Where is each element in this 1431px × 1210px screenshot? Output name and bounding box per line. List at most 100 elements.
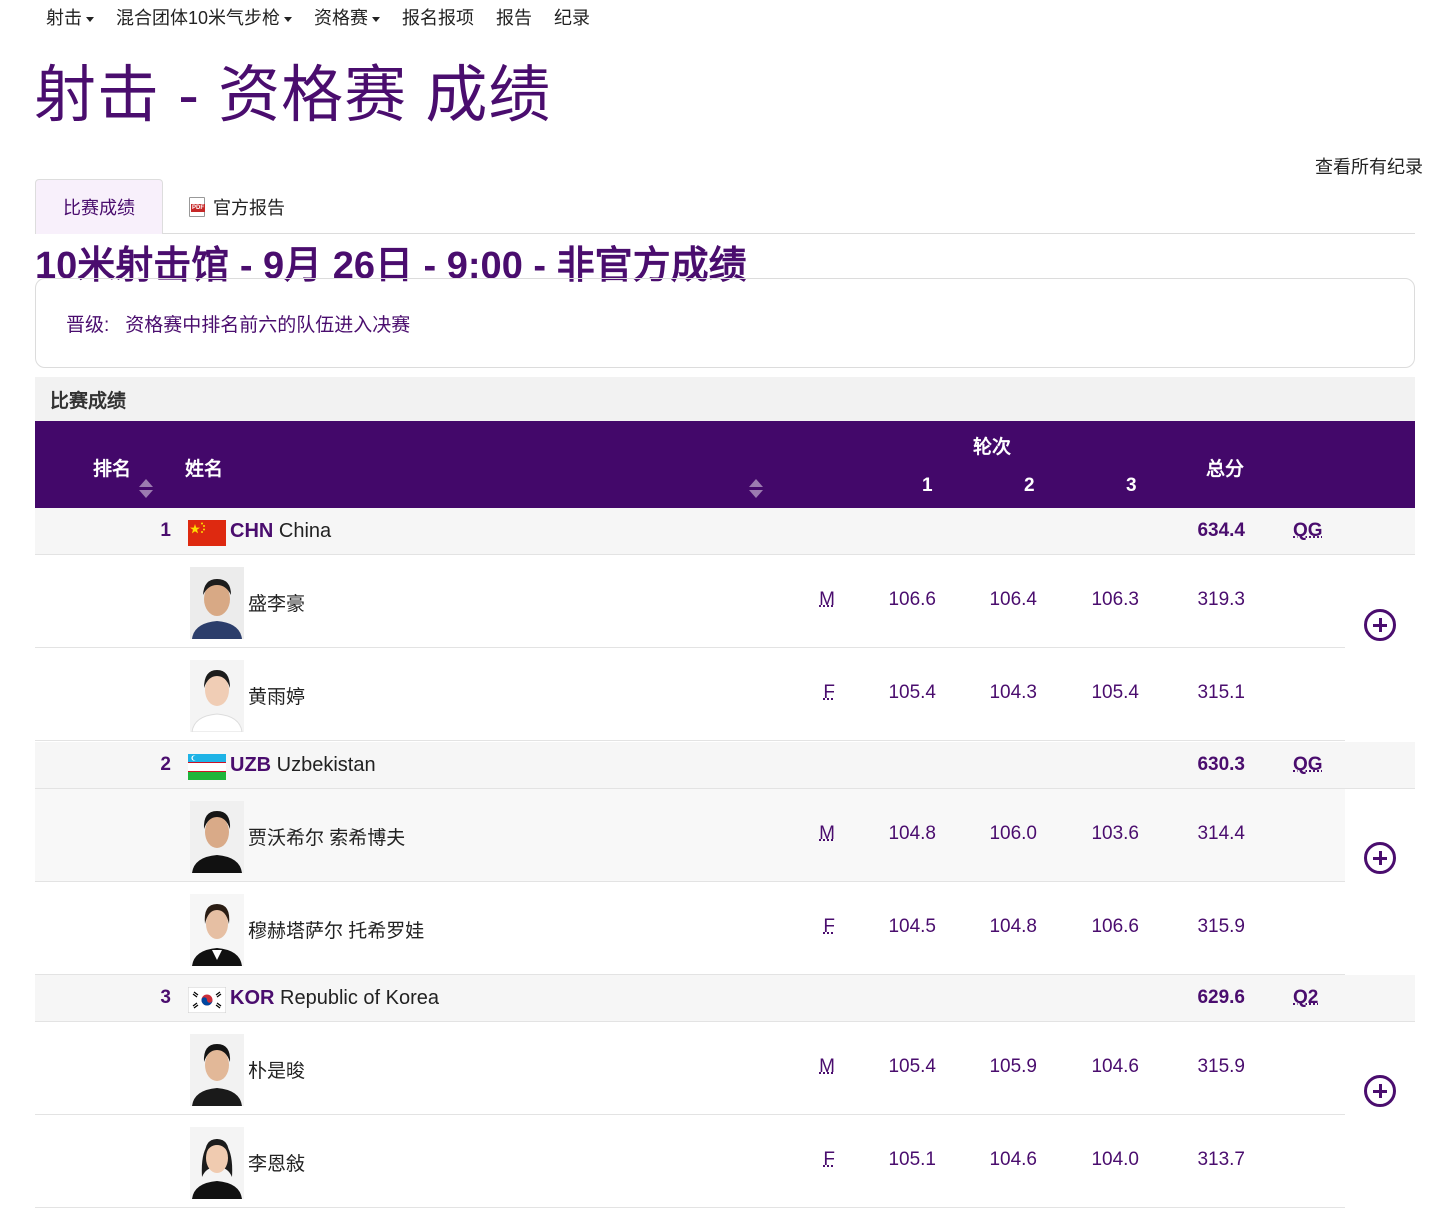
round-1-score: 105.4: [888, 682, 936, 703]
round-1-score: 105.4: [888, 1056, 936, 1077]
team-row: 2 UZB Uzbekistan 630.3 QG: [35, 742, 1415, 789]
header-round-2: 2: [1024, 475, 1035, 496]
expand-plus-icon[interactable]: [1364, 1075, 1396, 1107]
team-noc-code: CHN: [230, 520, 274, 542]
qualification-info: 晋级: 资格赛中排名前六的队伍进入决赛: [35, 278, 1415, 368]
athlete-name[interactable]: 朴是晙: [248, 1056, 305, 1083]
athlete-name[interactable]: 李恩敍: [248, 1149, 305, 1176]
round-2-score: 104.3: [989, 682, 1037, 703]
athlete-photo: [190, 660, 244, 732]
tab-official-report[interactable]: 官方报告: [185, 179, 285, 234]
header-rounds: 轮次: [973, 437, 1012, 458]
tab-bar: 比赛成绩 官方报告: [35, 179, 1415, 234]
athlete-gender[interactable]: M: [805, 823, 835, 845]
round-3-score: 104.6: [1091, 1056, 1139, 1077]
tab-results[interactable]: 比赛成绩: [35, 179, 163, 234]
team-expand-cell: [1345, 555, 1415, 742]
nav-reports-link[interactable]: 报告: [496, 4, 532, 30]
athlete-photo: [190, 1034, 244, 1106]
team-total: 629.6: [1197, 987, 1245, 1008]
athlete-photo: [190, 567, 244, 639]
athlete-row: 盛李豪 M 106.6 106.4 106.3 319.3: [35, 555, 1345, 648]
athlete-name[interactable]: 贾沃希尔 索希博夫: [248, 823, 405, 850]
team-noc-code: KOR: [230, 987, 275, 1009]
nav-entries-link[interactable]: 报名报项: [402, 4, 474, 30]
round-3-score: 106.6: [1091, 916, 1139, 937]
tab-results-label: 比赛成绩: [63, 198, 135, 218]
team-row: 3 KOR Republic of Korea 629.6 Q2: [35, 975, 1415, 1022]
round-3-score: 106.3: [1091, 589, 1139, 610]
team-name[interactable]: UZB Uzbekistan: [230, 754, 376, 777]
china-flag-icon: [188, 520, 226, 546]
sort-rank-icon[interactable]: [139, 479, 153, 499]
team-country: Republic of Korea: [280, 987, 439, 1009]
qualification-text: 资格赛中排名前六的队伍进入决赛: [125, 314, 411, 336]
athlete-gender[interactable]: F: [805, 916, 835, 938]
top-nav: 射击 混合团体10米气步枪 资格赛 报名报项 报告 纪录: [36, 4, 612, 30]
athlete-name[interactable]: 黄雨婷: [248, 682, 305, 709]
athlete-total: 319.3: [1197, 589, 1245, 610]
athlete-photo: [190, 801, 244, 873]
team-expand-cell: [1345, 1022, 1415, 1208]
pdf-icon: [189, 196, 205, 217]
team-country: China: [278, 520, 332, 542]
qualification-label: 晋级:: [66, 314, 110, 336]
athlete-row: 李恩敍 F 105.1 104.6 104.0 313.7: [35, 1115, 1345, 1208]
nav-records-link[interactable]: 纪录: [554, 4, 590, 30]
round-2-score: 106.4: [989, 589, 1037, 610]
qualification-mark[interactable]: Q2: [1293, 987, 1318, 1009]
view-all-records-link[interactable]: 查看所有纪录: [1315, 153, 1423, 179]
team-name[interactable]: CHN China: [230, 520, 331, 543]
athlete-total: 315.9: [1197, 1056, 1245, 1077]
nav-event-dropdown[interactable]: 混合团体10米气步枪: [116, 4, 292, 30]
header-round-1: 1: [922, 475, 933, 496]
athlete-gender[interactable]: M: [805, 1056, 835, 1078]
round-1-score: 104.8: [888, 823, 936, 844]
korea-flag-icon: [188, 987, 226, 1013]
team-rank: 3: [160, 987, 171, 1008]
round-2-score: 104.6: [989, 1149, 1037, 1170]
qualification-mark[interactable]: QG: [1293, 754, 1323, 776]
athlete-total: 315.9: [1197, 916, 1245, 937]
team-row: 1 CHN China 634.4 QG: [35, 508, 1415, 555]
athlete-row: 黄雨婷 F 105.4 104.3 105.4 315.1: [35, 648, 1345, 741]
team-rank: 1: [160, 520, 171, 541]
expand-plus-icon[interactable]: [1364, 609, 1396, 641]
header-name[interactable]: 姓名: [185, 454, 223, 481]
round-2-score: 105.9: [989, 1056, 1037, 1077]
team-name[interactable]: KOR Republic of Korea: [230, 987, 439, 1010]
round-1-score: 105.1: [888, 1149, 936, 1170]
expand-plus-icon[interactable]: [1364, 842, 1396, 874]
round-2-score: 106.0: [989, 823, 1037, 844]
athlete-row: 朴是晙 M 105.4 105.9 104.6 315.9: [35, 1022, 1345, 1115]
round-2-score: 104.8: [989, 916, 1037, 937]
athlete-total: 315.1: [1197, 682, 1245, 703]
header-round-3: 3: [1126, 475, 1137, 496]
team-total: 630.3: [1197, 754, 1245, 775]
nav-phase-dropdown[interactable]: 资格赛: [314, 4, 380, 30]
results-section-header: 比赛成绩: [35, 377, 1415, 421]
team-total: 634.4: [1197, 520, 1245, 541]
athlete-row: 贾沃希尔 索希博夫 M 104.8 106.0 103.6 314.4: [35, 789, 1345, 882]
athlete-name[interactable]: 盛李豪: [248, 589, 305, 616]
athlete-row: 穆赫塔萨尔 托希罗娃 F 104.5 104.8 106.6 315.9: [35, 882, 1345, 975]
nav-sport-dropdown[interactable]: 射击: [46, 4, 94, 30]
athlete-gender[interactable]: F: [805, 1149, 835, 1171]
tab-official-report-label: 官方报告: [213, 197, 285, 218]
team-rank: 2: [160, 754, 171, 775]
round-3-score: 103.6: [1091, 823, 1139, 844]
athlete-name[interactable]: 穆赫塔萨尔 托希罗娃: [248, 916, 424, 943]
sort-name-icon[interactable]: [749, 479, 763, 499]
athlete-photo: [190, 1127, 244, 1199]
team-noc-code: UZB: [230, 754, 272, 776]
round-1-score: 104.5: [888, 916, 936, 937]
athlete-gender[interactable]: M: [805, 589, 835, 611]
athlete-photo: [190, 894, 244, 966]
header-rank[interactable]: 排名: [93, 454, 131, 481]
qualification-mark[interactable]: QG: [1293, 520, 1323, 542]
athlete-total: 314.4: [1197, 823, 1245, 844]
results-table-header: 排名 姓名 轮次 1 2 3 总分: [35, 421, 1415, 508]
round-3-score: 105.4: [1091, 682, 1139, 703]
athlete-gender[interactable]: F: [805, 682, 835, 704]
header-total: 总分: [1206, 459, 1245, 480]
